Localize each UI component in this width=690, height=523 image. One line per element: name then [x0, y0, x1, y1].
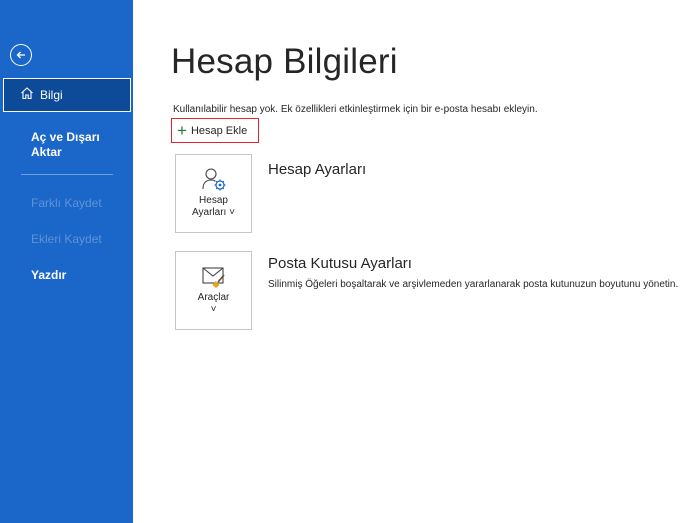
sidebar-item-save-as: Farklı Kaydet [0, 196, 133, 211]
sidebar-item-print[interactable]: Yazdır [0, 268, 133, 283]
sidebar-item-info[interactable]: Bilgi [3, 78, 131, 112]
tools-button[interactable]: Araçlar ˅ [175, 251, 252, 330]
tile-label-dropdown: Ayarları ˅ [192, 207, 235, 218]
page-title: Hesap Bilgileri [171, 42, 398, 81]
no-account-description: Kullanılabilir hesap yok. Ek özellikleri… [173, 104, 538, 115]
tile-label: Hesap [199, 195, 228, 206]
home-icon [20, 86, 34, 104]
section-title-mailbox-settings: Posta Kutusu Ayarları [268, 255, 412, 272]
sidebar-item-label: Aç ve Dışarı Aktar [31, 130, 100, 159]
section-desc-mailbox-settings: Silinmiş Öğeleri boşaltarak ve arşivleme… [268, 279, 679, 290]
sidebar-item-open-export[interactable]: Aç ve Dışarı Aktar [0, 130, 133, 160]
sidebar-divider [21, 174, 113, 175]
account-settings-icon [200, 165, 228, 193]
add-account-button[interactable]: + Hesap Ekle [171, 118, 259, 143]
add-account-label: Hesap Ekle [190, 124, 248, 137]
sidebar-item-label: Bilgi [40, 87, 63, 102]
sidebar-item-label: Yazdır [31, 268, 67, 282]
backstage-sidebar: Bilgi Aç ve Dışarı Aktar Farklı Kaydet E… [0, 0, 133, 523]
account-settings-button[interactable]: Hesap Ayarları ˅ [175, 154, 252, 233]
sidebar-item-label: Farklı Kaydet [31, 196, 102, 210]
sidebar-item-save-attachments: Ekleri Kaydet [0, 232, 133, 247]
mailbox-cleanup-icon [200, 262, 228, 290]
plus-icon: + [177, 121, 187, 140]
back-arrow-icon[interactable] [10, 44, 32, 66]
tile-label: Araçlar [197, 292, 230, 303]
section-title-account-settings: Hesap Ayarları [268, 161, 367, 178]
tile-label-dropdown: ˅ [210, 304, 217, 315]
sidebar-item-label: Ekleri Kaydet [31, 232, 102, 246]
